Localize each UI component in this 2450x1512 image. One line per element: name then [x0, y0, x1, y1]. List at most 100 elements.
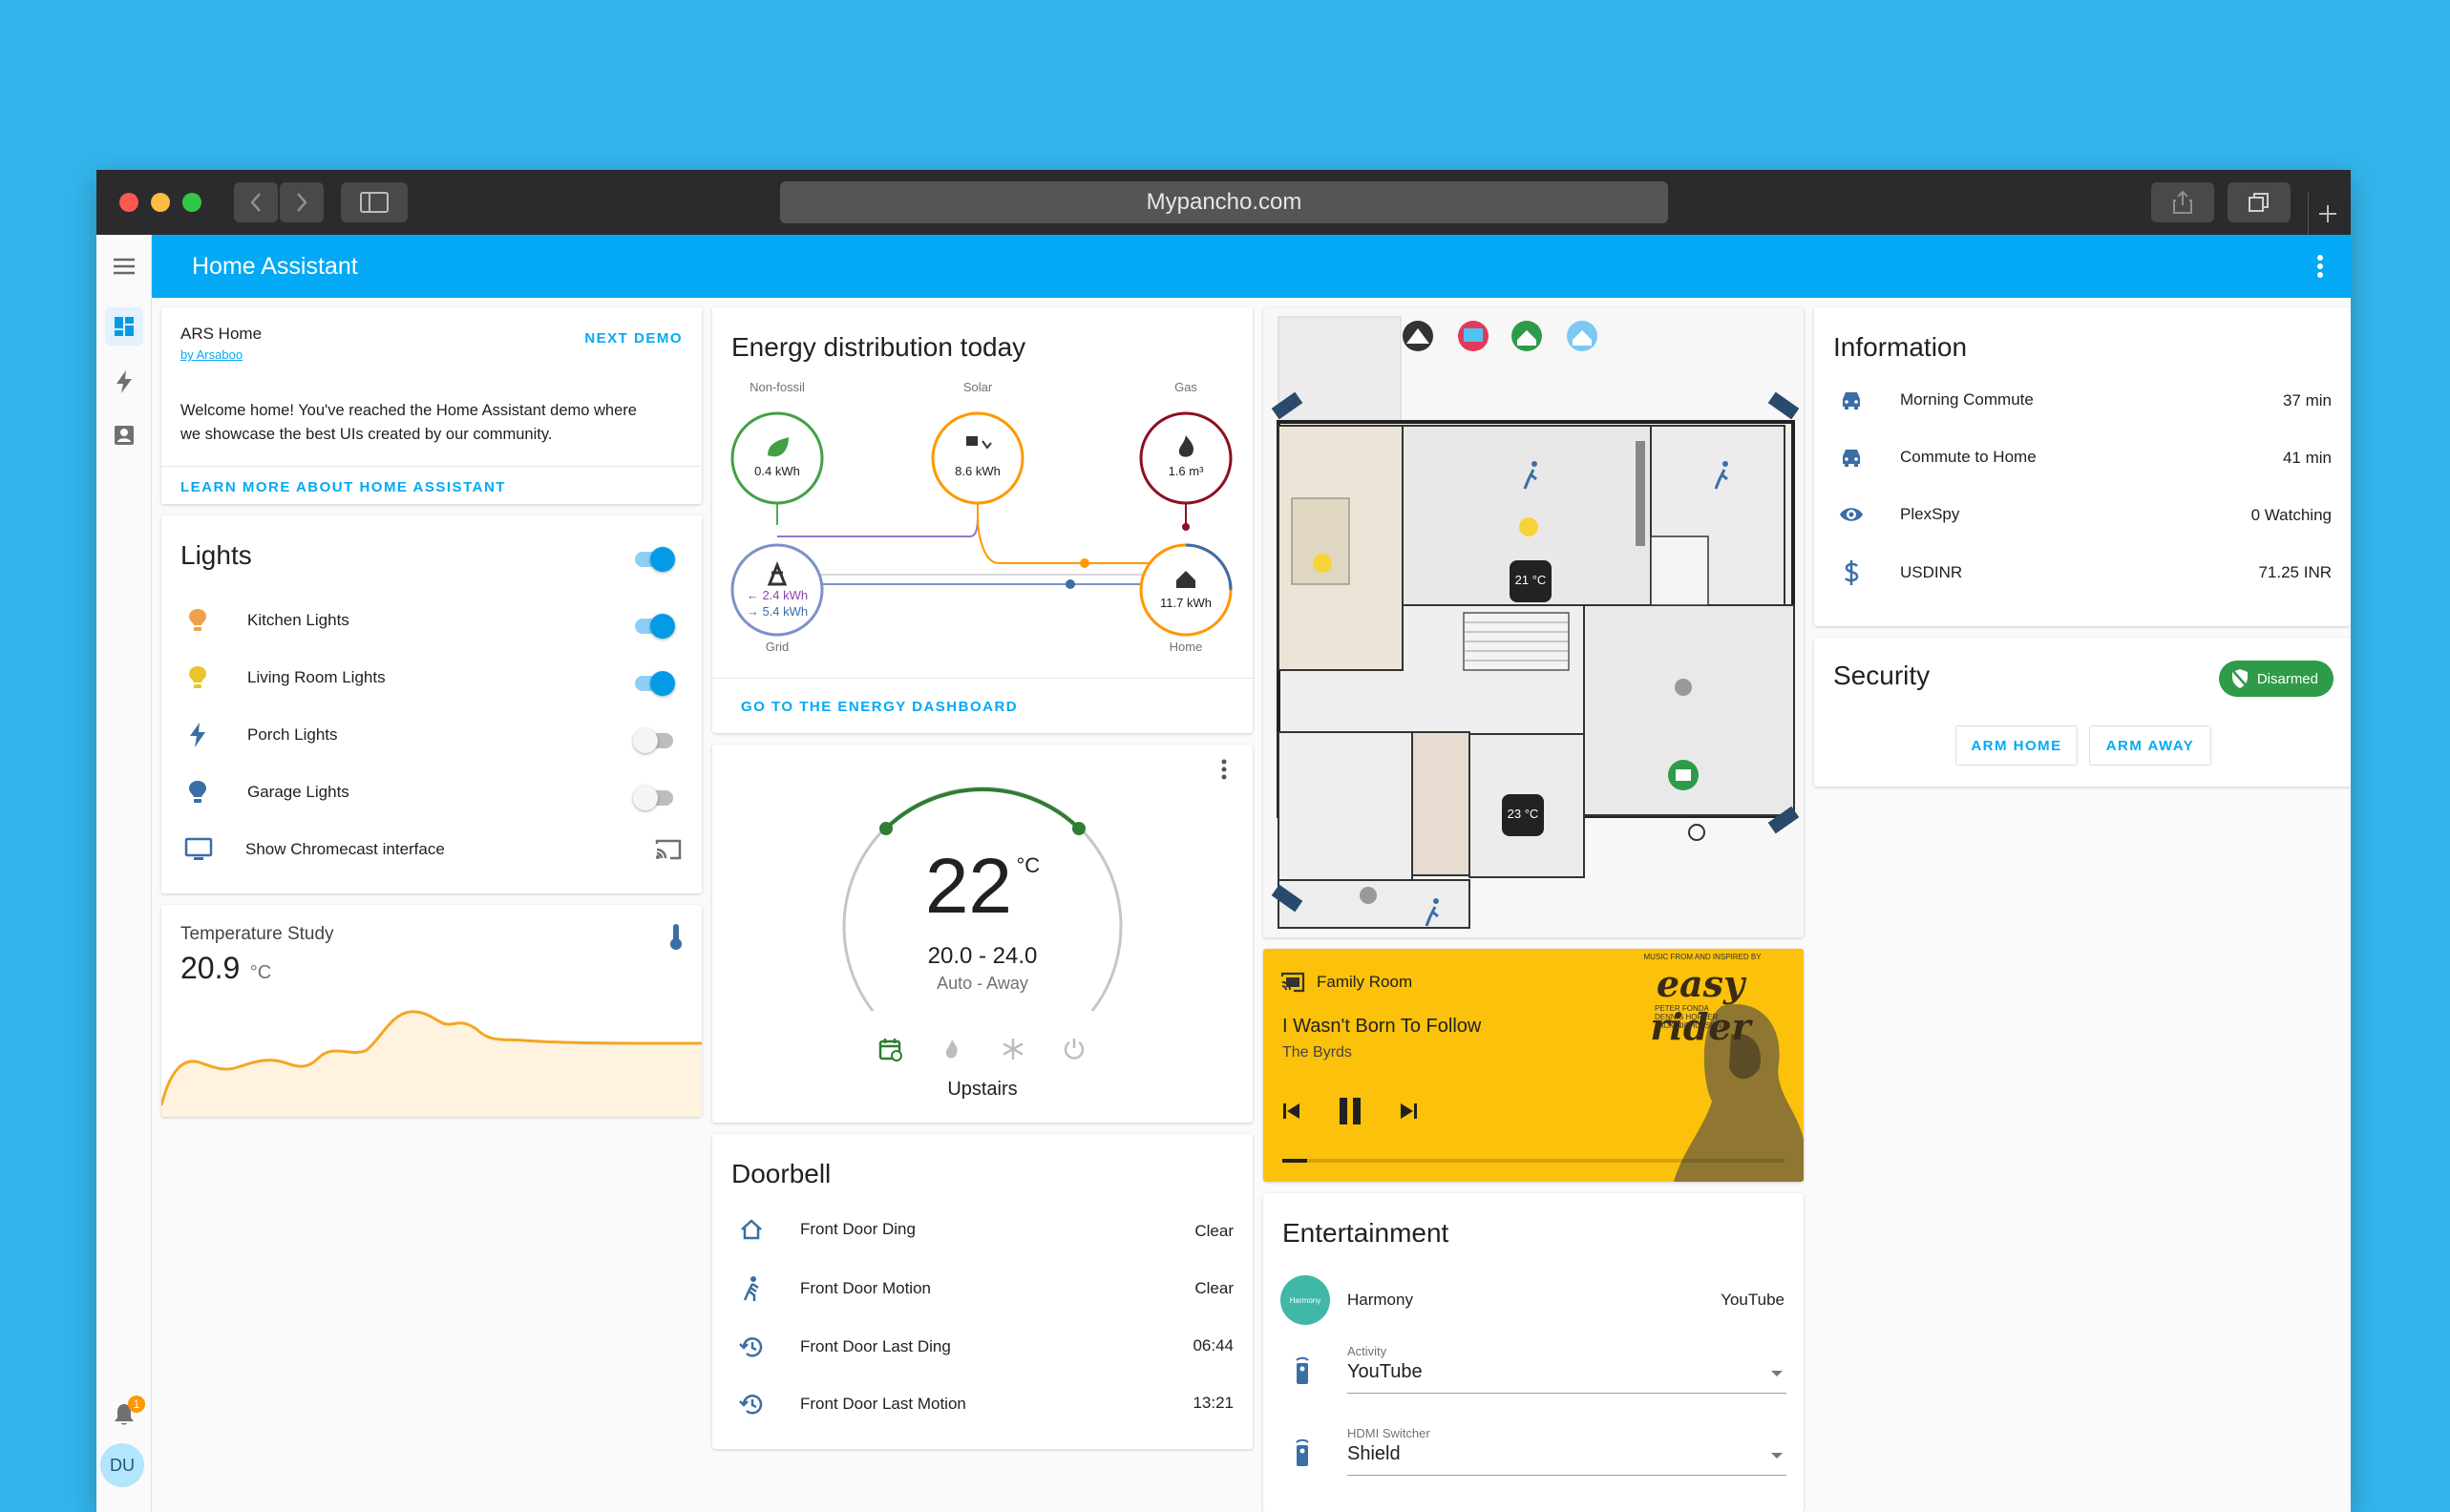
arm-away-button[interactable]: ARM AWAY — [2089, 725, 2211, 766]
light-label: Garage Lights — [247, 783, 349, 801]
media-source: Family Room — [1280, 972, 1412, 993]
sidebar-item-energy[interactable] — [105, 363, 143, 401]
welcome-card: ARS Home by Arsaboo NEXT DEMO Welcome ho… — [161, 307, 702, 504]
lights-card: Lights Kitchen Lights Living Room Lights… — [161, 515, 702, 893]
doorbell-card: Doorbell Front Door Ding Clear Front Doo… — [712, 1134, 1253, 1449]
more-vertical-icon — [1221, 759, 1227, 780]
solar-value: 8.6 kWh — [955, 464, 1001, 478]
hamburger-icon — [113, 258, 135, 275]
doorbell-row-last-motion[interactable]: Front Door Last Motion — [739, 1392, 966, 1417]
user-avatar[interactable]: DU — [100, 1443, 144, 1487]
thermostat-card: 22 °C 20.0 - 24.0 Auto - Away Upstairs — [712, 745, 1253, 1123]
light-row-living-room[interactable]: Living Room Lights — [186, 659, 683, 697]
security-card: Security Disarmed ARM HOME ARM AWAY — [1814, 638, 2351, 787]
power-icon[interactable] — [1062, 1037, 1087, 1061]
maximize-window-button[interactable] — [182, 193, 201, 212]
dropdown-arrow-icon — [1771, 1453, 1783, 1459]
grid-label: Grid — [765, 640, 790, 654]
non-fossil-value: 0.4 kWh — [754, 464, 800, 478]
grid-out-value: → 5.4 kWh — [746, 604, 809, 619]
account-box-icon — [115, 426, 134, 445]
thermostat-temp-value: 22 — [924, 843, 1013, 930]
floorplan-thermostat-2[interactable]: 23 °C — [1502, 807, 1544, 821]
floorplan-card: 21 °C 23 °C — [1263, 307, 1804, 937]
close-window-button[interactable] — [119, 193, 138, 212]
info-row-morning-commute[interactable]: Morning Commute — [1839, 389, 2034, 410]
cast-connected-icon — [1280, 972, 1305, 993]
overflow-menu-button[interactable] — [2316, 235, 2324, 298]
lights-master-toggle[interactable] — [635, 547, 675, 572]
activity-select[interactable]: YouTube — [1347, 1361, 1786, 1394]
flash-icon — [190, 723, 205, 747]
living-room-lights-toggle[interactable] — [635, 671, 675, 696]
temperature-unit: °C — [249, 962, 272, 983]
fire-icon[interactable] — [940, 1037, 964, 1061]
row-label: Front Door Ding — [800, 1220, 916, 1238]
notifications-button[interactable]: 1 — [105, 1396, 145, 1434]
chevron-right-icon — [297, 193, 307, 212]
welcome-byline-link[interactable]: by Arsaboo — [180, 347, 243, 362]
share-button[interactable] — [2151, 182, 2214, 222]
eye-icon — [1840, 508, 1863, 521]
doorbell-row-ding[interactable]: Front Door Ding — [739, 1218, 916, 1241]
thermostat-menu-button[interactable] — [1220, 758, 1228, 786]
doorbell-row-motion[interactable]: Front Door Motion — [741, 1275, 931, 1302]
tabs-icon — [2249, 193, 2269, 212]
kitchen-lights-toggle[interactable] — [635, 614, 675, 639]
thermostat-name: Upstairs — [947, 1079, 1018, 1100]
new-tab-button[interactable] — [2308, 193, 2346, 235]
forward-button[interactable] — [280, 182, 324, 222]
low-setpoint-handle[interactable] — [879, 822, 893, 835]
divider — [161, 466, 702, 467]
next-demo-button[interactable]: NEXT DEMO — [584, 330, 683, 346]
welcome-title: ARS Home — [180, 325, 263, 343]
address-bar[interactable]: Mypancho.com — [780, 181, 1668, 223]
media-progress-bar[interactable] — [1282, 1159, 1785, 1163]
high-setpoint-handle[interactable] — [1072, 822, 1086, 835]
history-icon — [739, 1337, 763, 1357]
calendar-sync-icon[interactable] — [878, 1037, 903, 1061]
garage-lights-toggle[interactable] — [633, 786, 673, 810]
security-state: Disarmed — [2256, 670, 2318, 687]
floorplan-thermostat-1[interactable]: 21 °C — [1510, 573, 1552, 587]
sidebar: 1 DU — [96, 298, 152, 1512]
energy-dashboard-link[interactable]: GO TO THE ENERGY DASHBOARD — [741, 699, 1018, 715]
cast-button[interactable] — [654, 838, 683, 866]
skip-previous-icon[interactable] — [1280, 1101, 1301, 1122]
thermostat-temp: 22 °C — [712, 842, 1253, 932]
row-value: 41 min — [2282, 449, 2332, 467]
info-row-plexspy[interactable]: PlexSpy — [1839, 504, 1959, 525]
snowflake-icon[interactable] — [1001, 1037, 1025, 1061]
menu-button[interactable] — [96, 235, 152, 298]
chromecast-row[interactable]: Show Chromecast interface — [184, 830, 681, 869]
dashboard-icon — [115, 317, 134, 336]
back-button[interactable] — [234, 182, 278, 222]
activity-value: YouTube — [1347, 1361, 1423, 1382]
sidebar-item-overview[interactable] — [105, 307, 143, 346]
light-row-kitchen[interactable]: Kitchen Lights — [186, 601, 683, 640]
porch-lights-toggle[interactable] — [633, 728, 673, 753]
security-status-badge[interactable]: Disarmed — [2218, 661, 2334, 697]
doorbell-row-last-ding[interactable]: Front Door Last Ding — [739, 1334, 951, 1359]
minimize-window-button[interactable] — [151, 193, 170, 212]
tabs-button[interactable] — [2228, 182, 2291, 222]
temperature-reading: 20.9 °C — [180, 951, 271, 986]
sidebar-item-profile[interactable] — [105, 416, 143, 454]
pause-icon[interactable] — [1336, 1096, 1364, 1126]
light-row-porch[interactable]: Porch Lights — [186, 716, 683, 754]
media-player-card: MUSIC FROM AND INSPIRED BY easy rider PE… — [1263, 949, 1804, 1182]
light-row-garage[interactable]: Garage Lights — [186, 773, 683, 811]
hdmi-select[interactable]: Shield — [1347, 1443, 1786, 1476]
light-label: Kitchen Lights — [247, 611, 349, 629]
cast-line: DENNIS HOPPER — [1655, 1013, 1719, 1021]
browser-window: Mypancho.com Home Assistant 1 DU ARS Hom… — [96, 170, 2351, 1512]
info-row-usdinr[interactable]: USDINR — [1843, 559, 1962, 586]
row-value: 37 min — [2282, 391, 2332, 410]
arm-home-button[interactable]: ARM HOME — [1955, 725, 2078, 766]
learn-more-button[interactable]: LEARN MORE ABOUT HOME ASSISTANT — [180, 479, 506, 495]
row-value: 71.25 INR — [2258, 563, 2332, 581]
row-value: 0 Watching — [2250, 506, 2332, 524]
skip-next-icon[interactable] — [1399, 1101, 1420, 1122]
info-row-commute-home[interactable]: Commute to Home — [1839, 447, 2037, 468]
sidebar-toggle-button[interactable] — [341, 182, 408, 222]
